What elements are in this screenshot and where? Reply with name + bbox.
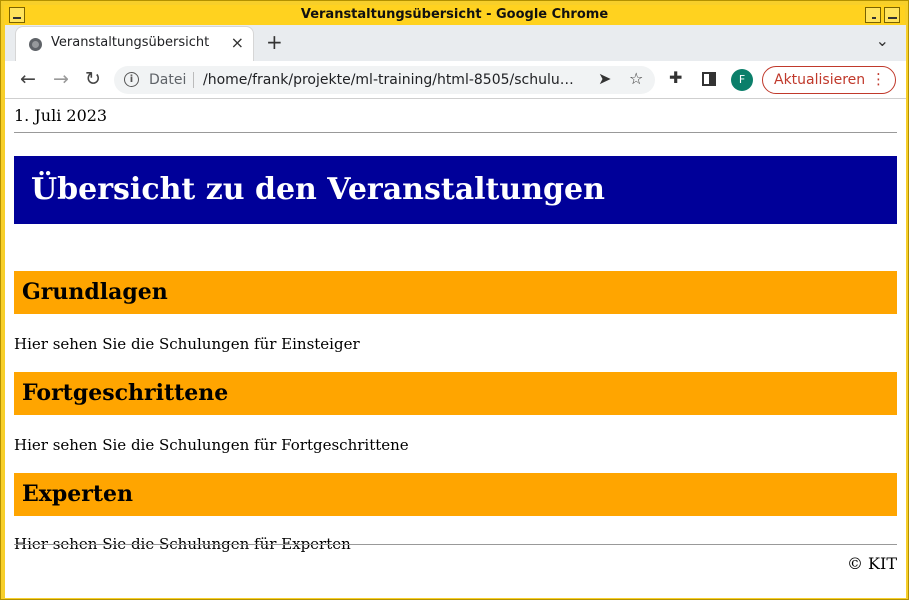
section-header-grundlagen: Grundlagen — [14, 271, 897, 314]
section-title: Experten — [22, 481, 134, 507]
forward-arrow-icon[interactable]: → — [49, 67, 73, 91]
section-header-fortgeschrittene: Fortgeschrittene — [14, 372, 897, 415]
reload-icon[interactable]: ↻ — [81, 67, 105, 91]
side-panel-icon[interactable] — [702, 72, 716, 86]
address-url[interactable]: /home/frank/projekte/ml-training/html-85… — [203, 72, 574, 88]
star-icon[interactable]: ☆ — [629, 69, 643, 88]
tab-veranstaltungen[interactable]: Veranstaltungsübersicht × — [15, 26, 254, 61]
tab-label: Veranstaltungsübersicht — [51, 35, 210, 50]
tab-strip: Veranstaltungsübersicht × + ⌄ — [5, 25, 906, 61]
puzzle-icon[interactable]: ✚ — [669, 68, 682, 87]
page-footer: © KIT — [846, 554, 897, 573]
section-header-experten: Experten — [14, 473, 897, 516]
browser-window: Veranstaltungsübersicht - Google Chrome … — [0, 0, 909, 600]
bottom-divider — [14, 544, 897, 545]
section-text: Hier sehen Sie die Schulungen für Fortge… — [14, 436, 409, 454]
chevron-down-icon[interactable]: ⌄ — [876, 31, 889, 50]
address-separator — [193, 72, 194, 88]
section-text: Hier sehen Sie die Schulungen für Einste… — [14, 335, 360, 353]
back-arrow-icon[interactable]: ← — [16, 67, 40, 91]
window-minimize-button[interactable] — [865, 7, 881, 23]
globe-icon — [29, 38, 42, 51]
avatar[interactable]: F — [731, 69, 753, 91]
page-title: Übersicht zu den Veranstaltungen — [31, 172, 605, 207]
address-bar[interactable]: i Datei /home/frank/projekte/ml-training… — [114, 66, 655, 94]
info-icon[interactable]: i — [124, 72, 139, 87]
close-icon[interactable]: × — [231, 33, 244, 52]
send-icon[interactable]: ➤ — [598, 69, 611, 88]
page-content: 1. Juli 2023 Übersicht zu den Veranstalt… — [5, 99, 906, 598]
browser-toolbar: ← → ↻ i Datei /home/frank/projekte/ml-tr… — [5, 61, 906, 99]
more-vert-icon[interactable]: ⋮ — [871, 70, 886, 88]
page-banner: Übersicht zu den Veranstaltungen — [14, 156, 897, 224]
update-button[interactable]: Aktualisieren ⋮ — [762, 66, 896, 94]
top-divider — [14, 132, 897, 133]
update-label: Aktualisieren — [774, 72, 866, 88]
page-date: 1. Juli 2023 — [14, 106, 108, 125]
window-maximize-button[interactable] — [884, 7, 900, 23]
plus-icon[interactable]: + — [266, 30, 283, 54]
section-title: Fortgeschrittene — [22, 380, 229, 406]
title-bar: Veranstaltungsübersicht - Google Chrome — [4, 5, 905, 25]
section-title: Grundlagen — [22, 279, 168, 305]
browser-chrome: Veranstaltungsübersicht × + ⌄ ← → ↻ i Da… — [5, 25, 906, 598]
window-title: Veranstaltungsübersicht - Google Chrome — [300, 7, 609, 22]
address-scheme: Datei — [149, 72, 187, 88]
